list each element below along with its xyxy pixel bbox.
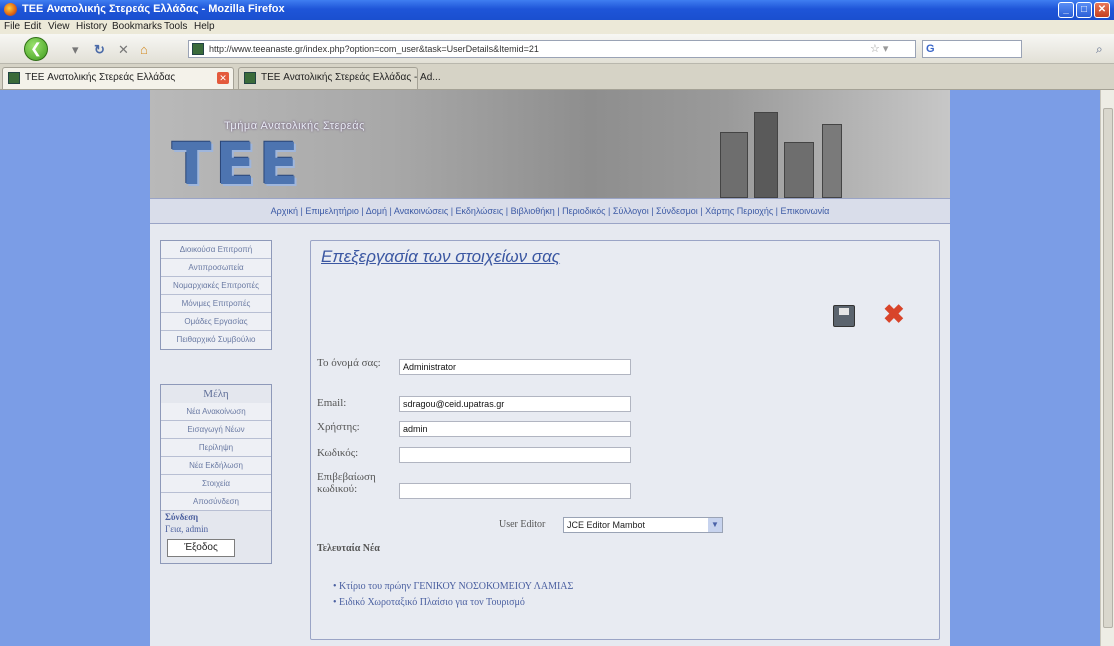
menu-item-prefecture-committees[interactable]: Νομαρχιακές Επιτροπές — [161, 277, 271, 295]
page-title: Επεξεργασία των στοιχείων σας — [321, 247, 561, 266]
menu-item-details[interactable]: Στοιχεία — [161, 475, 271, 493]
reload-icon[interactable]: ↻ — [94, 42, 105, 58]
tee-logo: ΤΕΕ — [172, 130, 303, 198]
menu-edit[interactable]: Edit — [24, 21, 41, 32]
menu-item-representatives[interactable]: Αντιπροσωπεία — [161, 259, 271, 277]
navigation-toolbar: ❮ ▾ ↻ ✕ ⌂ http://www.teeanaste.gr/index.… — [0, 34, 1114, 64]
user-editor-value: JCE Editor Mambot — [567, 520, 646, 530]
menu-bookmarks[interactable]: Bookmarks — [112, 21, 162, 32]
greeting-text: Γεια, admin — [165, 524, 209, 534]
logout-button[interactable]: Έξοδος — [167, 539, 235, 557]
tab-bar: TEE Ανατολικής Στερεάς Ελλάδας ✕ TEE Ανα… — [0, 64, 1114, 90]
username-field[interactable]: admin — [399, 421, 631, 437]
banner-building-image — [710, 102, 860, 198]
home-icon[interactable]: ⌂ — [140, 42, 148, 57]
members-menu: Μέλη Νέα Ανακοίνωση Εισαγωγή Νέων Περίλη… — [160, 384, 272, 564]
name-label: Το όνομά σας: — [317, 357, 381, 369]
tab-favicon-icon — [244, 72, 256, 84]
menu-item-new-event[interactable]: Νέα Εκδήλωση — [161, 457, 271, 475]
committees-menu: Διοικούσα Επιτροπή Αντιπροσωπεία Νομαρχι… — [160, 240, 272, 350]
cancel-icon[interactable]: ✖ — [883, 301, 905, 327]
tab-inactive[interactable]: TEE Ανατολικής Στερεάς Ελλάδας - Ad... — [238, 67, 441, 89]
menu-item-insert-news[interactable]: Εισαγωγή Νέων — [161, 421, 271, 439]
menu-item-work-groups[interactable]: Ομάδες Εργασίας — [161, 313, 271, 331]
site-navigation-links[interactable]: Αρχική | Επιμελητήριο | Δομή | Ανακοινώσ… — [150, 198, 950, 224]
firefox-icon — [4, 3, 17, 16]
tab-label: TEE Ανατολικής Στερεάς Ελλάδας — [25, 72, 176, 83]
minimize-button[interactable]: _ — [1058, 2, 1074, 18]
web-page: Τμήμα Ανατολικής Στερεάς ΤΕΕ Αρχική | Επ… — [150, 90, 950, 646]
tab-active[interactable]: TEE Ανατολικής Στερεάς Ελλάδας ✕ — [2, 67, 234, 89]
vertical-scrollbar[interactable] — [1100, 90, 1114, 646]
menu-tools[interactable]: Tools — [164, 21, 187, 32]
site-favicon-icon — [192, 43, 204, 55]
tab-close-icon[interactable]: ✕ — [217, 72, 229, 84]
email-label: Email: — [317, 397, 347, 409]
user-editor-select[interactable]: JCE Editor Mambot ▼ — [563, 517, 723, 533]
address-bar[interactable]: http://www.teeanaste.gr/index.php?option… — [188, 40, 916, 58]
window-title: TEE Ανατολικής Στερεάς Ελλάδας - Mozilla… — [22, 3, 285, 15]
email-field[interactable]: sdragou@ceid.upatras.gr — [399, 396, 631, 412]
password-label: Κωδικός: — [317, 447, 359, 459]
site-banner: Τμήμα Ανατολικής Στερεάς ΤΕΕ — [150, 90, 950, 198]
menu-item-permanent-committees[interactable]: Μόνιμες Επιτροπές — [161, 295, 271, 313]
confirm-password-label: Επιβεβαίωση κωδικού: — [317, 471, 376, 495]
news-item[interactable]: Ειδικό Χωροταξικό Πλαίσιο για τον Τουρισ… — [333, 597, 525, 608]
menu-bar: File Edit View History Bookmarks Tools H… — [0, 20, 1114, 34]
menu-view[interactable]: View — [48, 21, 70, 32]
menu-file[interactable]: File — [4, 21, 20, 32]
menu-item-summary[interactable]: Περίληψη — [161, 439, 271, 457]
menu-item-disconnect[interactable]: Αποσύνδεση — [161, 493, 271, 511]
confirm-password-field[interactable] — [399, 483, 631, 499]
login-title: Σύνδεση — [165, 512, 199, 522]
tab-favicon-icon — [8, 72, 20, 84]
chevron-down-icon[interactable]: ▼ — [708, 518, 722, 532]
menu-item-board[interactable]: Διοικούσα Επιτροπή — [161, 241, 271, 259]
user-editor-label: User Editor — [499, 519, 546, 530]
tab-label: TEE Ανατολικής Στερεάς Ελλάδας - Ad... — [261, 72, 441, 83]
menu-help[interactable]: Help — [194, 21, 215, 32]
latest-news-title: Τελευταία Νέα — [317, 543, 380, 554]
user-details-panel: Επεξεργασία των στοιχείων σας ✖ Το όνομά… — [310, 240, 940, 640]
scrollbar-thumb[interactable] — [1103, 108, 1113, 628]
username-label: Χρήστης: — [317, 421, 360, 433]
members-title: Μέλη — [203, 388, 229, 400]
window-titlebar: TEE Ανατολικής Στερεάς Ελλάδας - Mozilla… — [0, 0, 1114, 20]
url-text: http://www.teeanaste.gr/index.php?option… — [209, 44, 539, 54]
menu-item-disciplinary-council[interactable]: Πειθαρχικό Συμβούλιο — [161, 331, 271, 349]
google-icon: G — [926, 43, 935, 55]
back-button[interactable]: ❮ — [24, 37, 48, 61]
bookmark-star-icon[interactable]: ☆ ▾ — [870, 42, 888, 55]
save-icon[interactable] — [833, 305, 855, 327]
news-item[interactable]: Κτίριο του πρώην ΓΕΝΙΚΟΥ ΝΟΣΟΚΟΜΕΙΟΥ ΛΑΜ… — [333, 581, 573, 592]
menu-item-new-announcement[interactable]: Νέα Ανακοίνωση — [161, 403, 271, 421]
maximize-button[interactable]: □ — [1076, 2, 1092, 18]
stop-icon[interactable]: ✕ — [118, 42, 129, 58]
close-button[interactable]: ✕ — [1094, 2, 1110, 18]
search-input[interactable]: G — [922, 40, 1022, 58]
search-icon[interactable]: ⌕ — [1096, 42, 1103, 57]
forward-button[interactable]: ▾ — [72, 42, 79, 58]
menu-history[interactable]: History — [76, 21, 107, 32]
name-field[interactable]: Administrator — [399, 359, 631, 375]
password-field[interactable] — [399, 447, 631, 463]
